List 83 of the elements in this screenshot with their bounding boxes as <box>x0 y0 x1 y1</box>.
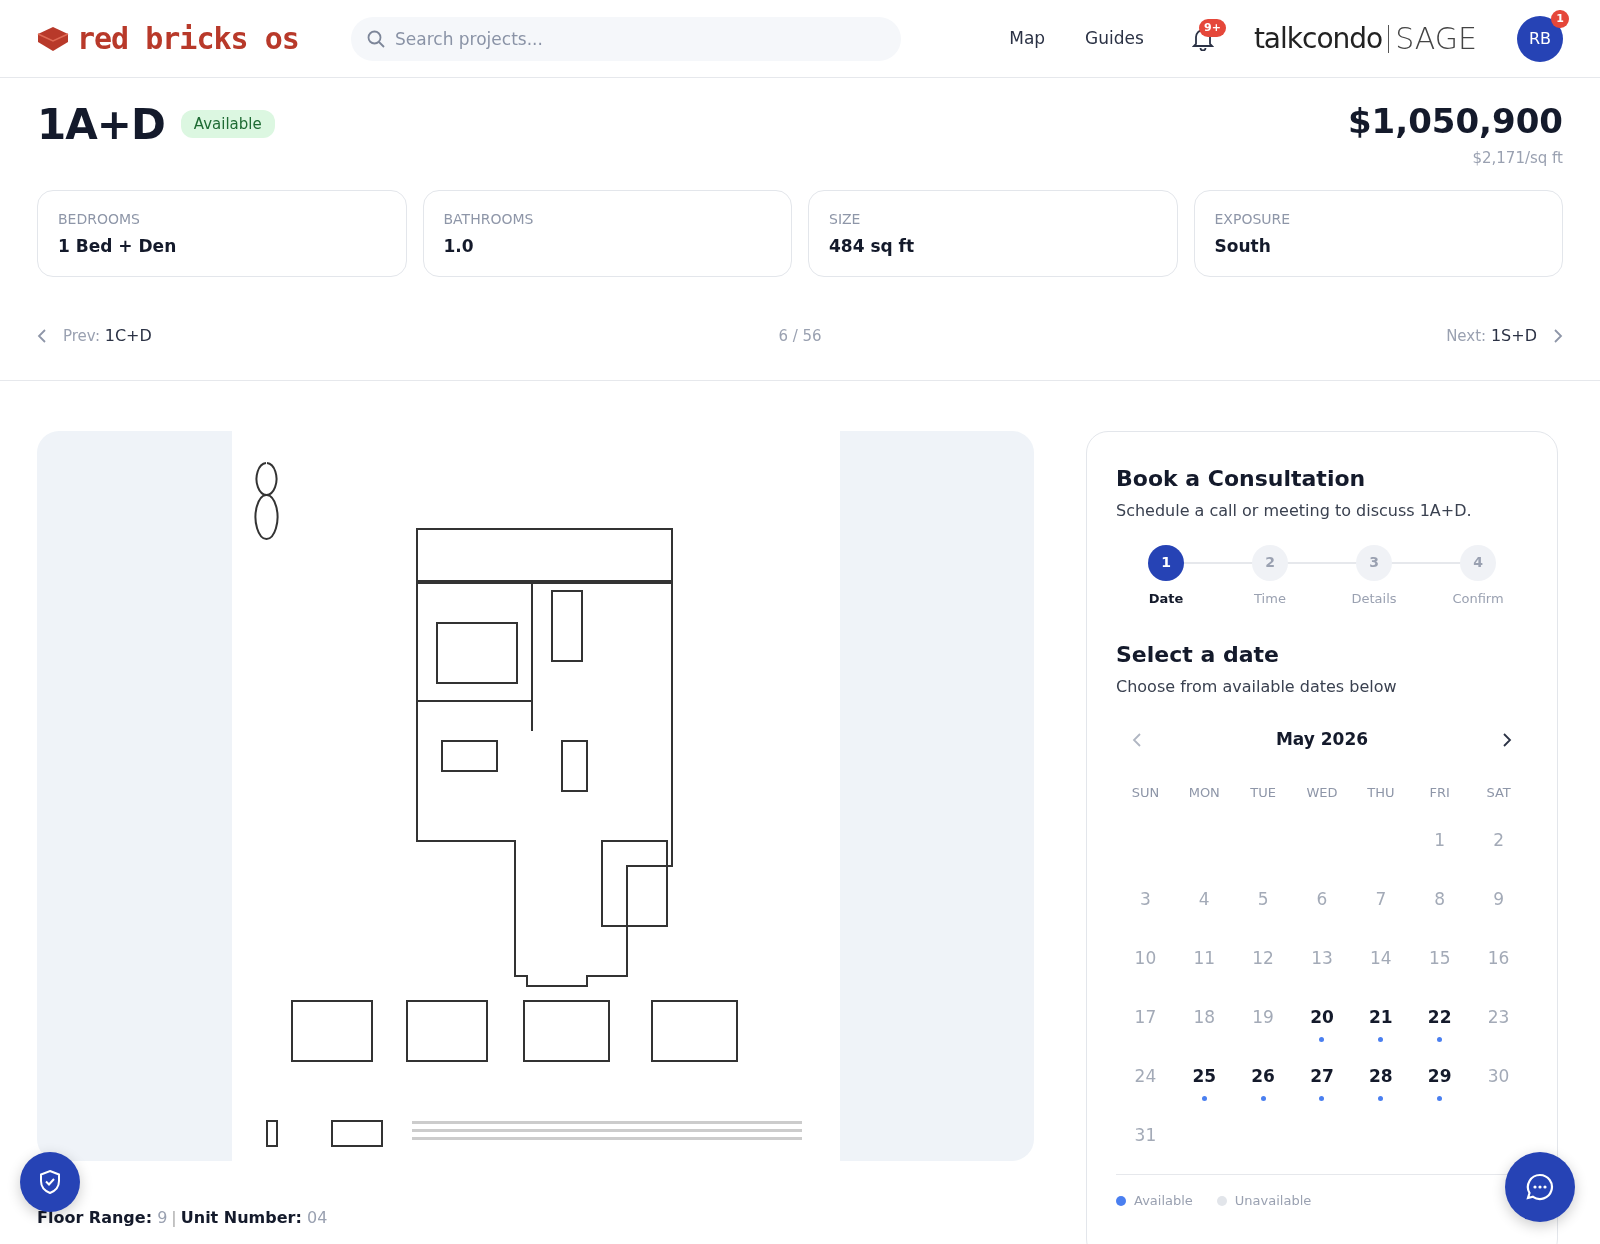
calendar-day[interactable]: 26 <box>1250 1064 1277 1101</box>
prev-unit-link[interactable]: Prev: 1C+D <box>37 324 337 348</box>
calendar-day: 23 <box>1485 1005 1512 1031</box>
weekday-label: FRI <box>1428 783 1451 802</box>
calendar-day[interactable]: 27 <box>1309 1064 1335 1101</box>
calendar-day: 4 <box>1191 887 1218 913</box>
month-label: May 2026 <box>1275 728 1369 751</box>
calendar-day: 5 <box>1250 887 1277 913</box>
legend-label: Available <box>1134 1192 1193 1210</box>
logo-text[interactable]: red bricks os <box>77 16 299 61</box>
spec-value: 1.0 <box>443 234 475 258</box>
calendar-day: 12 <box>1250 946 1277 972</box>
calendar-day: 14 <box>1367 946 1394 972</box>
calendar-day: 1 <box>1426 828 1453 854</box>
weekday-label: SAT <box>1485 783 1512 802</box>
section-subtitle: Choose from available dates below <box>1116 676 1398 698</box>
calendar-day[interactable]: 28 <box>1367 1064 1394 1101</box>
calendar-day: 6 <box>1309 887 1335 913</box>
partner-logo-text: talkcondo <box>1253 20 1383 57</box>
step-indicator[interactable]: 1 <box>1148 544 1184 581</box>
weekday-label: THU <box>1366 783 1396 802</box>
calendar-day: 31 <box>1132 1123 1159 1149</box>
calendar-day: 24 <box>1132 1064 1159 1090</box>
calendar-day: 3 <box>1132 887 1159 913</box>
partner-logo-text: SAGE <box>1395 20 1477 58</box>
booking-title: Book a Consultation <box>1116 464 1367 493</box>
calendar-day[interactable]: 29 <box>1426 1064 1453 1101</box>
nav-link[interactable]: Guides <box>1085 25 1144 52</box>
status-badge: Available <box>180 109 275 139</box>
chat-icon <box>1525 1172 1555 1202</box>
calendar-day[interactable]: 21 <box>1367 1005 1394 1042</box>
weekday-label: TUE <box>1249 783 1277 802</box>
floor-info-text: Floor Range: 9 <box>37 1207 168 1227</box>
booking-subtitle: Schedule a call or meeting to discuss 1A+D. <box>1116 499 1473 522</box>
chevron-left-icon <box>37 328 47 344</box>
unit-title: 1A+D <box>37 98 165 151</box>
step-label: Details <box>1351 589 1397 608</box>
calendar-day[interactable]: 22 <box>1426 1005 1453 1042</box>
calendar-day: 15 <box>1426 946 1453 972</box>
calendar-day: 9 <box>1485 887 1512 913</box>
spec-value: 484 sq ft <box>829 234 916 258</box>
spec-label: SIZE <box>829 209 862 229</box>
chevron-right-icon <box>1553 328 1563 344</box>
weekday-label: MON <box>1187 783 1221 802</box>
unit-position: 6 / 56 <box>778 325 822 347</box>
spec-value: 1 Bed + Den <box>58 234 178 258</box>
calendar-day: 30 <box>1485 1064 1512 1090</box>
spec-label: BEDROOMS <box>58 209 141 229</box>
nav-link[interactable]: Map <box>1009 25 1046 52</box>
floor-info-text: Unit Number: 04 <box>180 1207 328 1227</box>
shield-check-icon <box>38 1169 62 1195</box>
calendar-day[interactable]: 25 <box>1191 1064 1218 1101</box>
weekday-label: SUN <box>1130 783 1161 802</box>
separator: | <box>171 1207 177 1227</box>
calendar-day: 7 <box>1367 887 1394 913</box>
calendar-day[interactable]: 20 <box>1309 1005 1335 1042</box>
chat-button[interactable] <box>1505 1152 1575 1222</box>
brick-logo-icon <box>37 25 69 52</box>
spec-label: EXPOSURE <box>1214 209 1292 229</box>
unit-price: $1,050,900 <box>1347 100 1563 143</box>
step-label: Confirm <box>1452 589 1504 608</box>
calendar-day: 13 <box>1309 946 1335 972</box>
calendar-day: 10 <box>1132 946 1159 972</box>
next-unit-link[interactable]: Next: 1S+D <box>1263 324 1563 348</box>
weekday-label: WED <box>1305 783 1339 802</box>
calendar-day: 17 <box>1132 1005 1159 1031</box>
step-label: Date <box>1148 589 1184 608</box>
calendar-day: 18 <box>1191 1005 1218 1031</box>
calendar-day: 8 <box>1426 887 1453 913</box>
calendar-day: 2 <box>1485 828 1512 854</box>
legend-label: Unavailable <box>1234 1192 1312 1210</box>
section-title: Select a date <box>1116 641 1280 669</box>
spec-label: BATHROOMS <box>443 209 535 229</box>
notification-badge: 9+ <box>1199 18 1226 37</box>
spec-value: South <box>1214 234 1272 258</box>
avatar-badge: 1 <box>1551 9 1569 28</box>
calendar-day: 16 <box>1485 946 1512 972</box>
price-per-sqft: $2,171/sq ft <box>1471 148 1563 169</box>
security-button[interactable] <box>20 1152 80 1212</box>
calendar-day: 19 <box>1250 1005 1277 1031</box>
calendar-day: 11 <box>1191 946 1218 972</box>
step-label: Time <box>1254 589 1286 608</box>
search-field[interactable]: Search projects... <box>351 16 901 61</box>
